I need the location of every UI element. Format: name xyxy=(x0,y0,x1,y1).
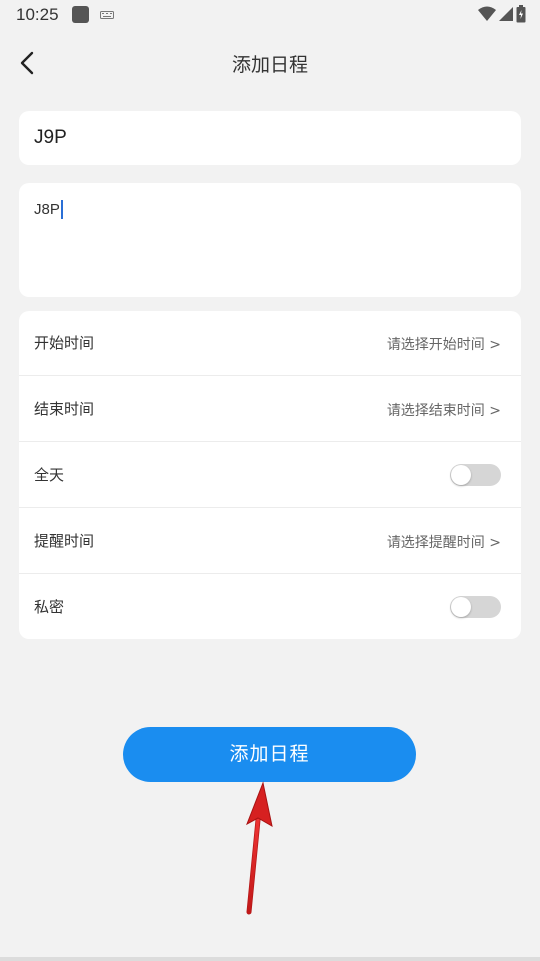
title-input-value: J9P xyxy=(34,127,67,148)
description-text: J8P xyxy=(34,201,60,218)
schedule-options-list: 开始时间 请选择开始时间 > 结束时间 请选择结束时间 > 全天 提醒时间 请选… xyxy=(19,311,521,639)
toggle-knob xyxy=(451,597,471,617)
bottom-edge xyxy=(0,957,540,961)
row-all-day: 全天 xyxy=(19,443,521,508)
row-start-time[interactable]: 开始时间 请选择开始时间 > xyxy=(19,311,521,376)
text-cursor xyxy=(60,200,63,219)
notification-icon xyxy=(72,6,89,23)
row-private: 私密 xyxy=(19,575,521,640)
divider xyxy=(19,441,521,442)
page-title: 添加日程 xyxy=(231,54,308,76)
title-field[interactable]: J9P xyxy=(19,111,521,165)
keyboard-icon xyxy=(100,11,114,19)
row-label: 私密 xyxy=(34,598,65,616)
reminder-time-picker[interactable]: 请选择提醒时间 > xyxy=(387,532,501,552)
row-label: 结束时间 xyxy=(34,400,95,418)
row-end-time[interactable]: 结束时间 请选择结束时间 > xyxy=(19,377,521,442)
start-time-picker[interactable]: 请选择开始时间 > xyxy=(387,334,501,354)
status-time: 10:25 xyxy=(16,5,59,24)
description-input-value: J8P xyxy=(34,200,63,219)
battery-icon xyxy=(516,5,526,23)
status-icons xyxy=(478,5,526,23)
divider xyxy=(19,507,521,508)
all-day-toggle[interactable] xyxy=(450,464,501,486)
row-label: 开始时间 xyxy=(34,334,95,352)
row-label: 全天 xyxy=(34,466,65,484)
row-reminder-time[interactable]: 提醒时间 请选择提醒时间 > xyxy=(19,509,521,574)
description-field[interactable]: J8P xyxy=(19,183,521,297)
private-toggle[interactable] xyxy=(450,596,501,618)
toggle-knob xyxy=(451,465,471,485)
status-bar: 10:25 xyxy=(0,0,540,30)
signal-icon xyxy=(499,7,513,21)
add-schedule-button[interactable]: 添加日程 xyxy=(123,727,416,782)
divider xyxy=(19,375,521,376)
header: 添加日程 xyxy=(0,36,540,88)
wifi-icon xyxy=(478,6,496,21)
end-time-picker[interactable]: 请选择结束时间 > xyxy=(387,400,501,420)
divider xyxy=(19,573,521,574)
row-label: 提醒时间 xyxy=(34,532,95,550)
